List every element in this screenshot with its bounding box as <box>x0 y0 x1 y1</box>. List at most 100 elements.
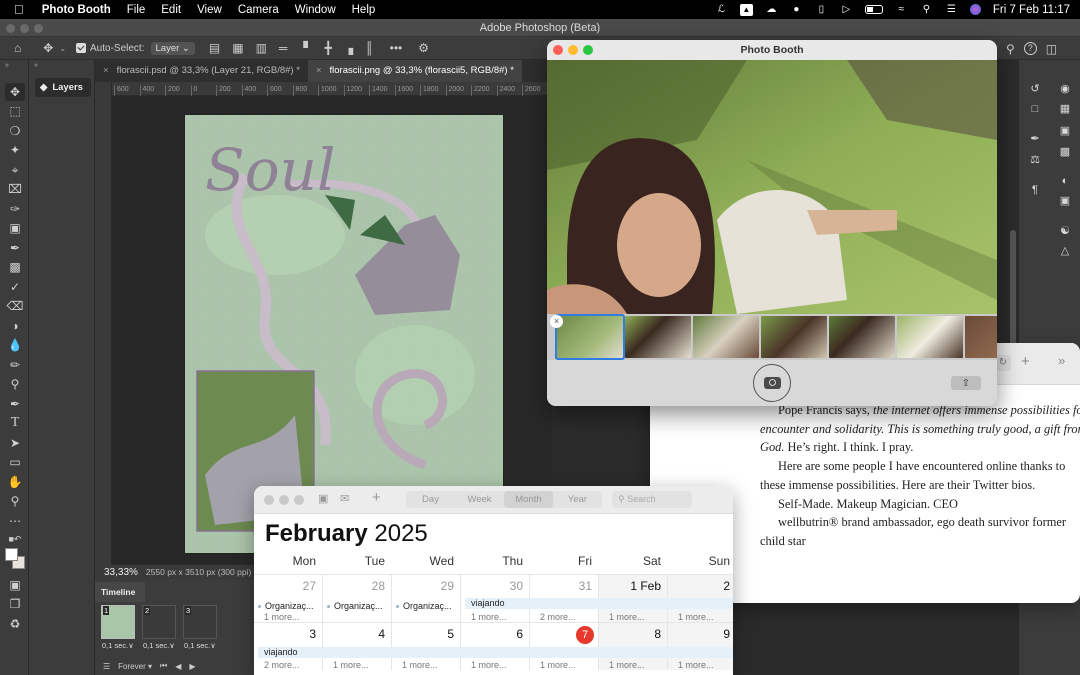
close-tab-icon[interactable]: × <box>316 65 322 76</box>
timeline-frame-3[interactable]: 3 <box>183 605 217 639</box>
new-tab-icon[interactable]: + <box>1021 353 1030 370</box>
libraries-icon[interactable]: ▣ <box>1057 194 1073 208</box>
view-month[interactable]: Month <box>504 491 553 508</box>
day-cell[interactable]: 28 Organizaç... <box>323 574 392 622</box>
share-button[interactable]: ⇧ <box>951 376 981 390</box>
more-events-link[interactable]: 2 more... <box>540 612 576 622</box>
take-photo-button[interactable] <box>753 364 791 402</box>
layers-panel-tab[interactable]: ◆ Layers <box>35 78 91 97</box>
apple-menu-icon[interactable]:  <box>0 2 34 17</box>
photo-thumbnail[interactable] <box>897 316 963 358</box>
chevron-down-icon[interactable]: ⌄ <box>59 44 66 53</box>
day-cell[interactable]: 5 1 more... <box>392 622 461 670</box>
menu-app-name[interactable]: Photo Booth <box>34 4 119 16</box>
adjustments-icon[interactable]: ⚖ <box>1027 153 1043 167</box>
delete-photo-icon[interactable]: × <box>550 315 563 328</box>
share-icon[interactable]: ♻ <box>5 615 25 633</box>
move-tool-icon[interactable]: ✥ <box>5 83 25 101</box>
more-events-link[interactable]: 1 more... <box>609 660 645 670</box>
align-center-icon[interactable]: ▦ <box>232 41 243 55</box>
home-icon[interactable]: ⌂ <box>14 41 21 55</box>
day-cell[interactable]: 27 Organizaç... 1 more... <box>254 574 323 622</box>
type-tool-icon[interactable]: T <box>5 414 25 432</box>
day-cell[interactable]: 4 1 more... <box>323 622 392 670</box>
day-cell[interactable]: 9 1 more... <box>668 622 733 670</box>
paint-bucket-icon[interactable]: ◑ <box>5 317 25 335</box>
sponge-tool-icon[interactable]: ⚲ <box>5 375 25 393</box>
align-top-icon[interactable]: ▘ <box>303 41 312 55</box>
more-events-link[interactable]: 1 more... <box>678 612 714 622</box>
healing-brush-icon[interactable]: ▣ <box>5 219 25 237</box>
eraser-tool-icon[interactable]: ⌫ <box>5 297 25 315</box>
auto-select-dropdown[interactable]: Layer ⌄ <box>150 41 195 55</box>
more-events-link[interactable]: 1 more... <box>540 660 576 670</box>
spanning-event[interactable]: viajando <box>465 598 733 609</box>
menu-help[interactable]: Help <box>344 4 384 16</box>
align-middle-icon[interactable]: ╋ <box>325 41 332 55</box>
align-left-icon[interactable]: ▤ <box>209 41 220 55</box>
photo-thumbnail[interactable] <box>555 314 625 360</box>
properties-icon[interactable]: ◐ <box>1057 174 1073 188</box>
more-events-link[interactable]: 1 more... <box>402 660 438 670</box>
siri-icon[interactable] <box>969 4 981 15</box>
gradients-icon[interactable]: ▣ <box>1057 124 1073 138</box>
phone-icon[interactable]: ▯ <box>815 4 828 16</box>
zoom-button[interactable] <box>294 495 304 505</box>
swap-colors-icon[interactable]: ■↶ <box>5 530 25 548</box>
timeline-frame-1[interactable]: 1 <box>101 605 135 639</box>
stamp-tool-icon[interactable]: ▩ <box>5 258 25 276</box>
more-events-link[interactable]: 2 more... <box>264 660 300 670</box>
brush-settings-icon[interactable]: ✒ <box>1027 132 1043 146</box>
day-cell[interactable]: 29 Organizaç... <box>392 574 461 622</box>
menu-file[interactable]: File <box>119 4 154 16</box>
drive-icon[interactable]: ▲ <box>739 3 753 16</box>
help-icon[interactable]: ? <box>1023 42 1037 55</box>
previous-frame-icon[interactable]: ◀ <box>175 662 181 671</box>
lasso-tool-icon[interactable]: ❍ <box>5 122 25 140</box>
more-events-link[interactable]: 1 more... <box>609 612 645 622</box>
crop-tool-icon[interactable]: ⌖ <box>5 161 25 179</box>
dodge-tool-icon[interactable]: ✏ <box>5 356 25 374</box>
view-day[interactable]: Day <box>406 491 455 508</box>
view-year[interactable]: Year <box>553 491 602 508</box>
convert-timeline-icon[interactable]: ☰ <box>103 662 110 671</box>
frame-duration[interactable]: 0,1 sec.∨ <box>102 641 134 650</box>
search-icon[interactable]: ⚲ <box>1006 42 1015 56</box>
more-events-link[interactable]: 1 more... <box>471 660 507 670</box>
auto-select-checkbox[interactable] <box>76 43 87 53</box>
more-tools-icon[interactable]: ⋯ <box>5 512 25 530</box>
script-icon[interactable]: ℒ <box>715 4 728 16</box>
zoom-level[interactable]: 33,33% <box>95 567 146 578</box>
menu-view[interactable]: View <box>189 4 230 16</box>
spanning-event[interactable]: viajando <box>258 647 733 658</box>
brush-tool-icon[interactable]: ✒ <box>5 239 25 257</box>
search-icon[interactable]: ⚲ <box>920 4 933 16</box>
day-cell[interactable]: 6 1 more... <box>461 622 530 670</box>
minimize-button[interactable] <box>568 45 578 55</box>
zoom-button[interactable] <box>583 45 593 55</box>
collapse-icon[interactable]: » <box>34 62 38 69</box>
menu-camera[interactable]: Camera <box>230 4 287 16</box>
minimize-button[interactable] <box>20 24 29 33</box>
menu-window[interactable]: Window <box>287 4 344 16</box>
move-tool-icon[interactable]: ✥ <box>43 41 53 55</box>
photo-thumbnail[interactable] <box>761 316 827 358</box>
workspace-icon[interactable]: ◫ <box>1046 42 1057 56</box>
channels-icon[interactable]: ☯ <box>1057 224 1073 238</box>
first-frame-icon[interactable]: ⏮ <box>160 661 167 671</box>
inbox-icon[interactable]: ✉ <box>340 492 349 505</box>
calendar-event[interactable]: Organizaç... <box>327 601 383 611</box>
swatches-icon[interactable]: ▦ <box>1057 102 1073 116</box>
pen-tool-icon[interactable]: ✒ <box>5 395 25 413</box>
minimize-button[interactable] <box>279 495 289 505</box>
search-field[interactable]: ⚲ Search <box>612 491 692 508</box>
distribute-vertical-icon[interactable]: ║ <box>365 41 374 55</box>
timeline-tab[interactable]: Timeline <box>95 582 145 602</box>
menu-edit[interactable]: Edit <box>153 4 189 16</box>
gear-icon[interactable]: ⚙ <box>418 41 429 55</box>
control-center-icon[interactable]: ☰ <box>945 4 958 16</box>
history-icon[interactable]: ↺ <box>1027 82 1043 96</box>
battery-icon[interactable] <box>864 5 883 14</box>
frame-tool-icon[interactable]: ⌧ <box>5 180 25 198</box>
close-button[interactable] <box>6 24 15 33</box>
